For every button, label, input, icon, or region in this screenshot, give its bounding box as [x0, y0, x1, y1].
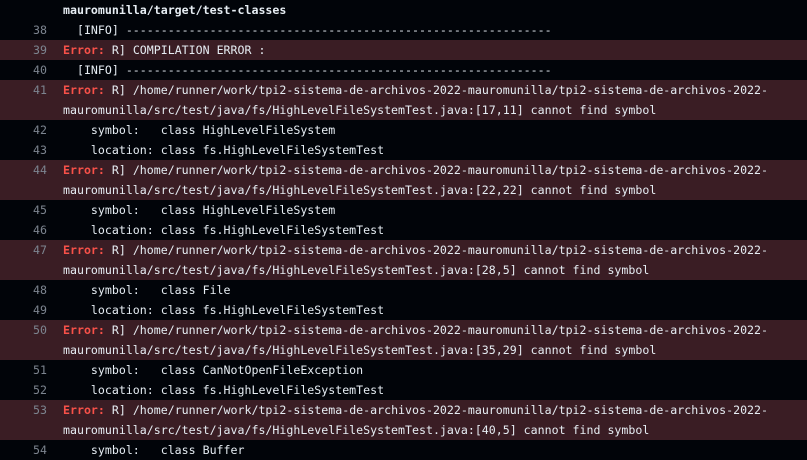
log-line-error: 47 Error: R] /home/runner/work/tpi2-sist…	[0, 240, 807, 280]
line-text: mauromunilla/target/test-classes	[63, 3, 287, 17]
line-content: symbol: class HighLevelFileSystem	[47, 120, 807, 140]
line-text-continued: mauromunilla/src/test/java/fs/HighLevelF…	[63, 423, 650, 437]
line-text: R] /home/runner/work/tpi2-sistema-de-arc…	[111, 323, 768, 337]
line-text-continued: mauromunilla/src/test/java/fs/HighLevelF…	[63, 263, 650, 277]
line-content: [INFO] ---------------------------------…	[47, 20, 807, 40]
line-content: location: class fs.HighLevelFileSystemTe…	[47, 300, 807, 320]
error-label: Error:	[63, 243, 105, 257]
line-content: location: class fs.HighLevelFileSystemTe…	[47, 220, 807, 240]
line-number[interactable]: 52	[0, 380, 47, 400]
line-content: mauromunilla/target/test-classes	[47, 0, 807, 20]
line-number[interactable]	[0, 0, 47, 20]
line-content: Error: R] /home/runner/work/tpi2-sistema…	[47, 240, 807, 280]
error-label: Error:	[63, 43, 105, 57]
log-line: 42 symbol: class HighLevelFileSystem	[0, 120, 807, 140]
line-text: location: class fs.HighLevelFileSystemTe…	[63, 143, 385, 157]
line-number[interactable]: 54	[0, 440, 47, 460]
error-label: Error:	[63, 83, 105, 97]
log-line: 49 location: class fs.HighLevelFileSyste…	[0, 300, 807, 320]
line-content: Error: R] /home/runner/work/tpi2-sistema…	[47, 80, 807, 120]
log-line: 38 [INFO] ------------------------------…	[0, 20, 807, 40]
log-line: 40 [INFO] ------------------------------…	[0, 60, 807, 80]
line-text: R] /home/runner/work/tpi2-sistema-de-arc…	[111, 403, 768, 417]
line-text: symbol: class HighLevelFileSystem	[63, 203, 336, 217]
line-number[interactable]: 38	[0, 20, 47, 40]
log-line: mauromunilla/target/test-classes	[0, 0, 807, 20]
error-label: Error:	[63, 403, 105, 417]
line-content: Error: R] /home/runner/work/tpi2-sistema…	[47, 400, 807, 440]
log-line-error: 41 Error: R] /home/runner/work/tpi2-sist…	[0, 80, 807, 120]
line-text: R] /home/runner/work/tpi2-sistema-de-arc…	[111, 163, 768, 177]
line-number[interactable]: 51	[0, 360, 47, 380]
line-number[interactable]: 43	[0, 140, 47, 160]
line-content: symbol: class CanNotOpenFileException	[47, 360, 807, 380]
line-content: Error: R] /home/runner/work/tpi2-sistema…	[47, 160, 807, 200]
line-text: location: class fs.HighLevelFileSystemTe…	[63, 383, 385, 397]
line-text: R] /home/runner/work/tpi2-sistema-de-arc…	[111, 83, 768, 97]
line-number[interactable]: 39	[0, 40, 47, 60]
line-text: symbol: class Buffer	[63, 443, 245, 457]
line-number[interactable]: 46	[0, 220, 47, 240]
line-content: Error: R] COMPILATION ERROR :	[47, 40, 807, 60]
line-number[interactable]: 50	[0, 320, 47, 340]
line-content: location: class fs.HighLevelFileSystemTe…	[47, 140, 807, 160]
log-line-error: 50 Error: R] /home/runner/work/tpi2-sist…	[0, 320, 807, 360]
line-text: R] /home/runner/work/tpi2-sistema-de-arc…	[111, 243, 768, 257]
line-text: location: class fs.HighLevelFileSystemTe…	[63, 303, 385, 317]
line-number[interactable]: 41	[0, 80, 47, 100]
log-line: 43 location: class fs.HighLevelFileSyste…	[0, 140, 807, 160]
log-output: mauromunilla/target/test-classes 38 [INF…	[0, 0, 807, 460]
line-text: symbol: class File	[63, 283, 231, 297]
log-line: 46 location: class fs.HighLevelFileSyste…	[0, 220, 807, 240]
line-number[interactable]: 47	[0, 240, 47, 260]
line-content: symbol: class HighLevelFileSystem	[47, 200, 807, 220]
line-number[interactable]: 44	[0, 160, 47, 180]
line-content: Error: R] /home/runner/work/tpi2-sistema…	[47, 320, 807, 360]
line-number[interactable]: 53	[0, 400, 47, 420]
log-line-error: 53 Error: R] /home/runner/work/tpi2-sist…	[0, 400, 807, 440]
error-label: Error:	[63, 163, 105, 177]
log-line-error: 44 Error: R] /home/runner/work/tpi2-sist…	[0, 160, 807, 200]
line-content: location: class fs.HighLevelFileSystemTe…	[47, 380, 807, 400]
line-content: [INFO] ---------------------------------…	[47, 60, 807, 80]
error-label: Error:	[63, 323, 105, 337]
log-line-error: 39 Error: R] COMPILATION ERROR :	[0, 40, 807, 60]
log-line: 48 symbol: class File	[0, 280, 807, 300]
line-text-continued: mauromunilla/src/test/java/fs/HighLevelF…	[63, 343, 657, 357]
line-number[interactable]: 48	[0, 280, 47, 300]
log-line: 51 symbol: class CanNotOpenFileException	[0, 360, 807, 380]
line-text-continued: mauromunilla/src/test/java/fs/HighLevelF…	[63, 183, 657, 197]
line-content: symbol: class File	[47, 280, 807, 300]
line-text: [INFO] ---------------------------------…	[63, 23, 552, 37]
line-number[interactable]: 45	[0, 200, 47, 220]
line-text: location: class fs.HighLevelFileSystemTe…	[63, 223, 385, 237]
line-text: symbol: class CanNotOpenFileException	[63, 363, 364, 377]
line-text: [INFO] ---------------------------------…	[63, 63, 552, 77]
log-line: 52 location: class fs.HighLevelFileSyste…	[0, 380, 807, 400]
log-line: 45 symbol: class HighLevelFileSystem	[0, 200, 807, 220]
line-text: R] COMPILATION ERROR :	[111, 43, 266, 57]
line-number[interactable]: 42	[0, 120, 47, 140]
log-line: 54 symbol: class Buffer	[0, 440, 807, 460]
line-content: symbol: class Buffer	[47, 440, 807, 460]
line-text: symbol: class HighLevelFileSystem	[63, 123, 336, 137]
line-number[interactable]: 40	[0, 60, 47, 80]
line-number[interactable]: 49	[0, 300, 47, 320]
line-text-continued: mauromunilla/src/test/java/fs/HighLevelF…	[63, 103, 657, 117]
